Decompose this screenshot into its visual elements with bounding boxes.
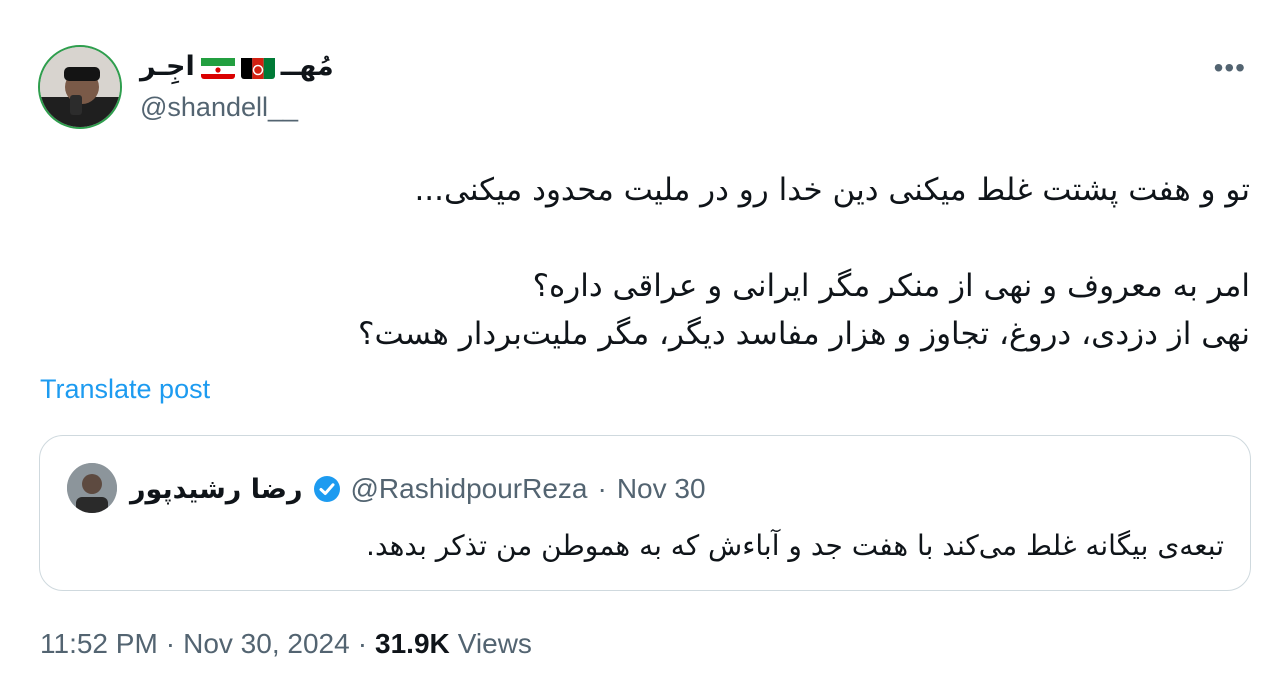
author-header: مُهــ اجِـر @shandell__ xyxy=(140,48,334,123)
author-name-start: مُهــ xyxy=(280,51,334,82)
views-count: 31.9K xyxy=(375,628,450,659)
tweet-line-1: تو و هفت پشتت غلط میکنی دین خدا رو در مل… xyxy=(414,172,1250,208)
quoted-date: Nov 30 xyxy=(616,473,706,504)
author-display-name[interactable]: مُهــ اجِـر xyxy=(140,48,334,86)
post-date[interactable]: Nov 30, 2024 xyxy=(183,628,350,660)
tweet-line-2: امر به معروف و نهی از منکر مگر ایرانی و … xyxy=(532,268,1250,304)
meta-separator: · xyxy=(165,628,176,659)
tweet-text: تو و هفت پشتت غلط میکنی دین خدا رو در مل… xyxy=(30,166,1250,358)
afghanistan-flag-icon xyxy=(240,55,275,79)
author-name-end: اجِـر xyxy=(140,51,195,82)
post-time[interactable]: 11:52 PM xyxy=(40,628,158,660)
translate-post-link[interactable]: Translate post xyxy=(40,374,210,405)
iran-flag-icon xyxy=(200,55,235,79)
quoted-separator: · xyxy=(597,473,607,504)
quoted-header: رضا رشیدپور @RashidpourReza · Nov 30 xyxy=(130,469,706,509)
more-options-icon[interactable]: ••• xyxy=(1214,52,1246,84)
quoted-author-handle: @RashidpourReza xyxy=(350,473,588,504)
tweet-meta: 11:52 PM · Nov 30, 2024 · 31.9K Views xyxy=(40,628,532,660)
avatar-image xyxy=(40,47,120,127)
author-avatar[interactable] xyxy=(38,45,122,129)
quoted-author-avatar xyxy=(67,463,117,513)
quoted-tweet[interactable]: رضا رشیدپور @RashidpourReza · Nov 30 تبع… xyxy=(39,435,1251,591)
tweet-line-3: نهی از دزدی، دروغ، تجاوز و هزار مفاسد دی… xyxy=(357,316,1250,352)
views-label: Views xyxy=(457,628,532,659)
quoted-text: تبعه‌ی بیگانه غلط می‌کند با هفت جد و آبا… xyxy=(366,529,1224,562)
quoted-author-name: رضا رشیدپور xyxy=(130,473,303,505)
author-handle[interactable]: @shandell__ xyxy=(140,92,334,123)
meta-separator: · xyxy=(357,628,368,659)
verified-badge-icon xyxy=(313,475,341,503)
